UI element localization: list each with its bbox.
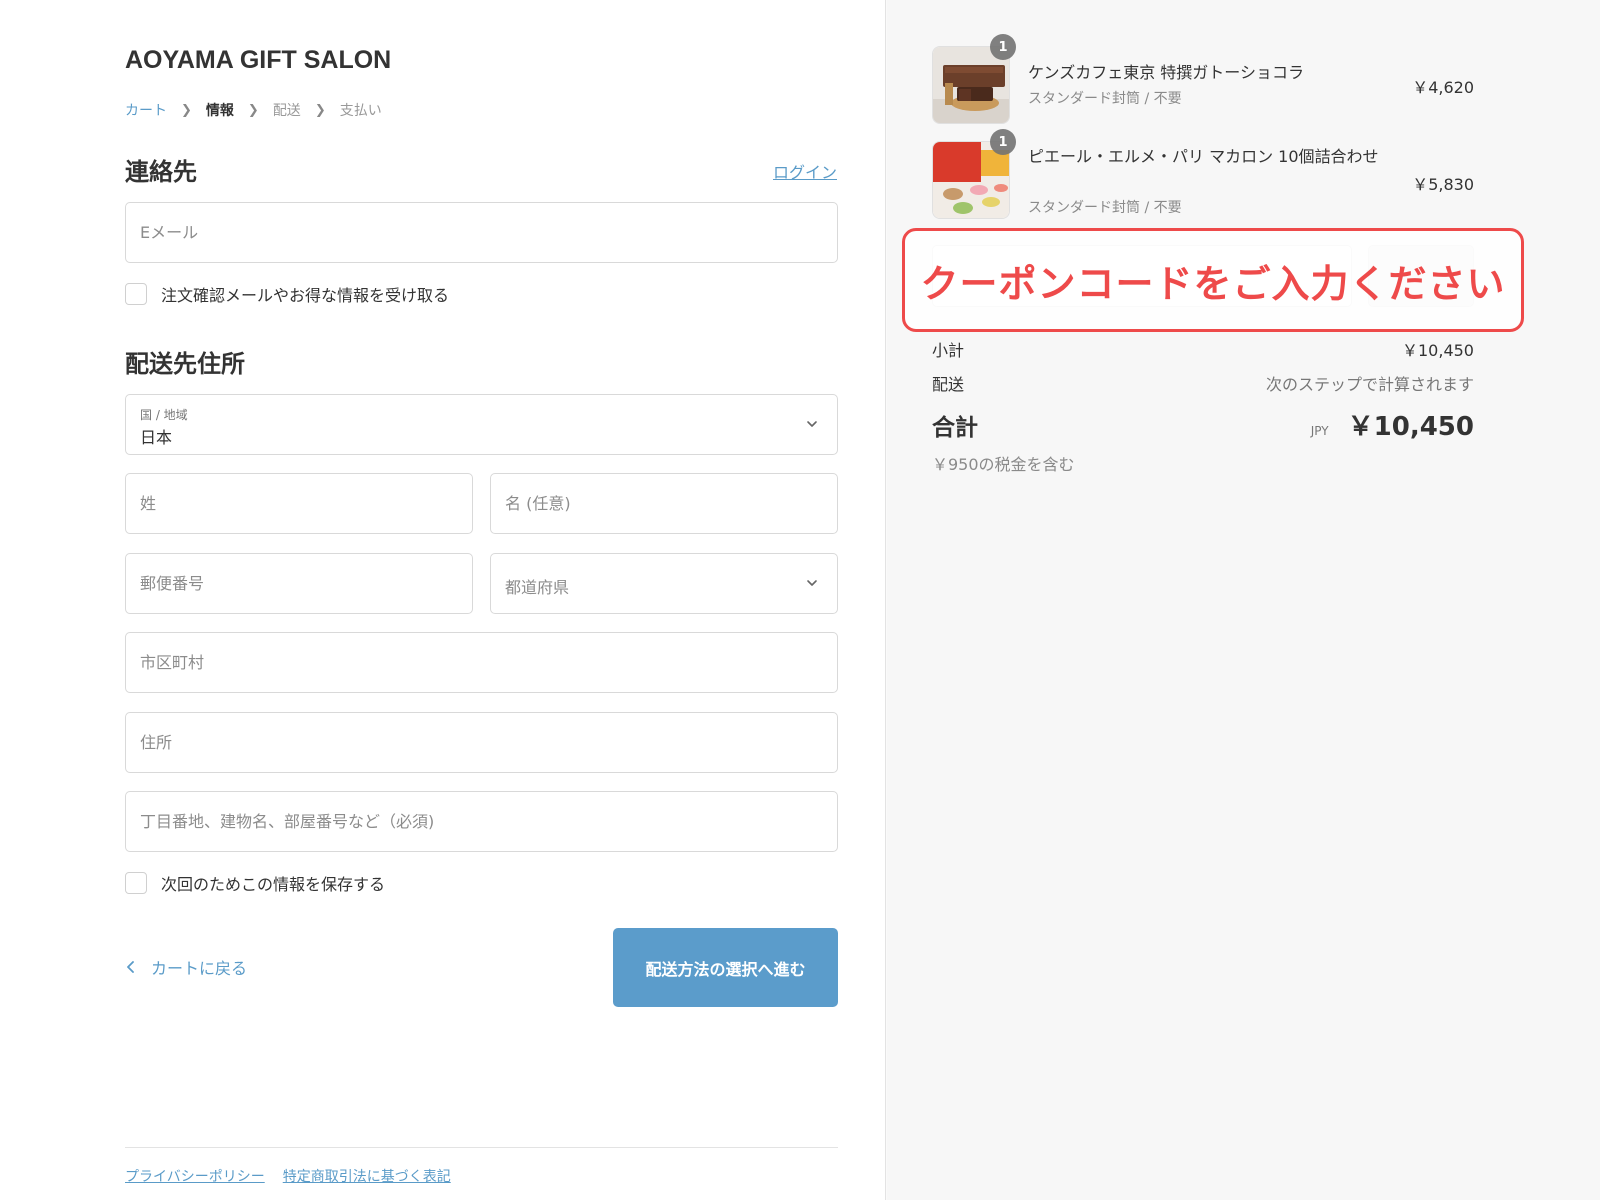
newsletter-label: 注文確認メールやお得な情報を受け取る — [161, 286, 450, 305]
shipping-label: 配送 — [932, 375, 965, 394]
shipping-row: 配送 次のステップで計算されます — [932, 371, 1474, 395]
country-select-value: 日本 — [140, 428, 173, 447]
coupon-annotation: クーポンコードをご入力ください — [902, 228, 1524, 332]
city-field-wrapper — [125, 632, 838, 693]
item-price: ￥4,620 — [1412, 78, 1474, 97]
total-row: 合計 JPY ￥10,450 — [932, 406, 1474, 443]
postal-code-field-wrapper — [125, 553, 473, 614]
return-to-cart-link[interactable]: カートに戻る — [125, 955, 247, 979]
item-name: ピエール・エルメ・パリ マカロン 10個詰合わせ — [1028, 147, 1379, 166]
item-name: ケンズカフェ東京 特撰ガトーショコラ — [1028, 63, 1304, 82]
item-price: ￥5,830 — [1412, 175, 1474, 194]
postal-code-field[interactable] — [126, 554, 472, 613]
country-select[interactable]: 国 / 地域 日本 — [125, 394, 838, 455]
total-value: ￥10,450 — [1347, 412, 1474, 442]
breadcrumb-information: 情報 — [205, 103, 234, 119]
item-variant: スタンダード封筒 / 不要 — [1028, 200, 1182, 216]
total-currency: JPY — [1310, 424, 1329, 438]
last-name-field-wrapper — [125, 473, 473, 534]
item-variant: スタンダード封筒 / 不要 — [1028, 91, 1182, 107]
save-info-option: 次回のためこの情報を保存する — [125, 871, 385, 895]
subtotal-label: 小計 — [932, 341, 965, 360]
breadcrumb: カート ❯ 情報 ❯ 配送 ❯ 支払い — [125, 100, 382, 120]
address-field-wrapper — [125, 712, 838, 773]
chevron-right-icon: ❯ — [247, 102, 259, 118]
chevron-right-icon: ❯ — [314, 102, 326, 118]
breadcrumb-shipping: 配送 — [272, 103, 301, 119]
shipping-value: 次のステップで計算されます — [1265, 375, 1474, 394]
tax-note: ￥950の税金を含む — [932, 455, 1075, 474]
footer-divider — [125, 1147, 838, 1148]
store-name: AOYAMA GIFT SALON — [125, 46, 392, 74]
save-info-checkbox[interactable] — [125, 872, 147, 894]
coupon-annotation-text: クーポンコードをご入力ください — [920, 261, 1506, 306]
subtotal-value: ￥10,450 — [1402, 341, 1474, 360]
quantity-badge: 1 — [990, 34, 1016, 60]
last-name-field[interactable] — [126, 474, 472, 533]
cart-item: 1 ケンズカフェ東京 特撰ガトーショコラ スタンダード封筒 / 不要 ￥4,62… — [932, 34, 1474, 124]
total-label: 合計 — [932, 415, 978, 441]
prefecture-select[interactable]: 都道府県 — [490, 553, 838, 614]
first-name-field-wrapper — [490, 473, 838, 534]
breadcrumb-cart[interactable]: カート — [125, 100, 167, 120]
chevron-down-icon — [807, 421, 817, 427]
breadcrumb-payment: 支払い — [339, 103, 382, 119]
newsletter-checkbox[interactable] — [125, 283, 147, 305]
cart-item: 1 ピエール・エルメ・パリ マカロン 10個詰合わせ スタンダード封筒 / 不要… — [932, 129, 1474, 219]
return-to-cart-label: カートに戻る — [151, 959, 248, 978]
email-field-wrapper — [125, 202, 838, 263]
email-field[interactable] — [126, 203, 837, 262]
subtotal-row: 小計 ￥10,450 — [932, 337, 1474, 361]
prefecture-select-placeholder: 都道府県 — [505, 578, 570, 597]
footer-links: プライバシーポリシー 特定商取引法に基づく表記 — [125, 1166, 469, 1186]
contact-section-title: 連絡先 — [125, 158, 197, 186]
country-select-label: 国 / 地域 — [140, 408, 188, 422]
chevron-down-icon — [807, 580, 817, 586]
first-name-field[interactable] — [491, 474, 837, 533]
total-amount: JPY ￥10,450 — [1311, 406, 1474, 443]
login-link[interactable]: ログイン — [773, 159, 837, 183]
save-info-label: 次回のためこの情報を保存する — [161, 875, 386, 894]
privacy-policy-link[interactable]: プライバシーポリシー — [125, 1166, 265, 1186]
address2-field[interactable] — [126, 792, 837, 851]
newsletter-option: 注文確認メールやお得な情報を受け取る — [125, 282, 449, 306]
continue-to-shipping-button[interactable]: 配送方法の選択へ進む — [613, 928, 838, 1007]
chevron-left-icon — [127, 961, 134, 973]
quantity-badge: 1 — [990, 129, 1016, 155]
city-field[interactable] — [126, 633, 837, 692]
legal-notice-link[interactable]: 特定商取引法に基づく表記 — [283, 1166, 451, 1186]
chevron-right-icon: ❯ — [181, 102, 192, 118]
address-field[interactable] — [126, 713, 837, 772]
checkout-form-panel: AOYAMA GIFT SALON カート ❯ 情報 ❯ 配送 ❯ 支払い 連絡… — [0, 0, 886, 1200]
address2-field-wrapper — [125, 791, 838, 852]
shipping-section-title: 配送先住所 — [125, 350, 245, 378]
